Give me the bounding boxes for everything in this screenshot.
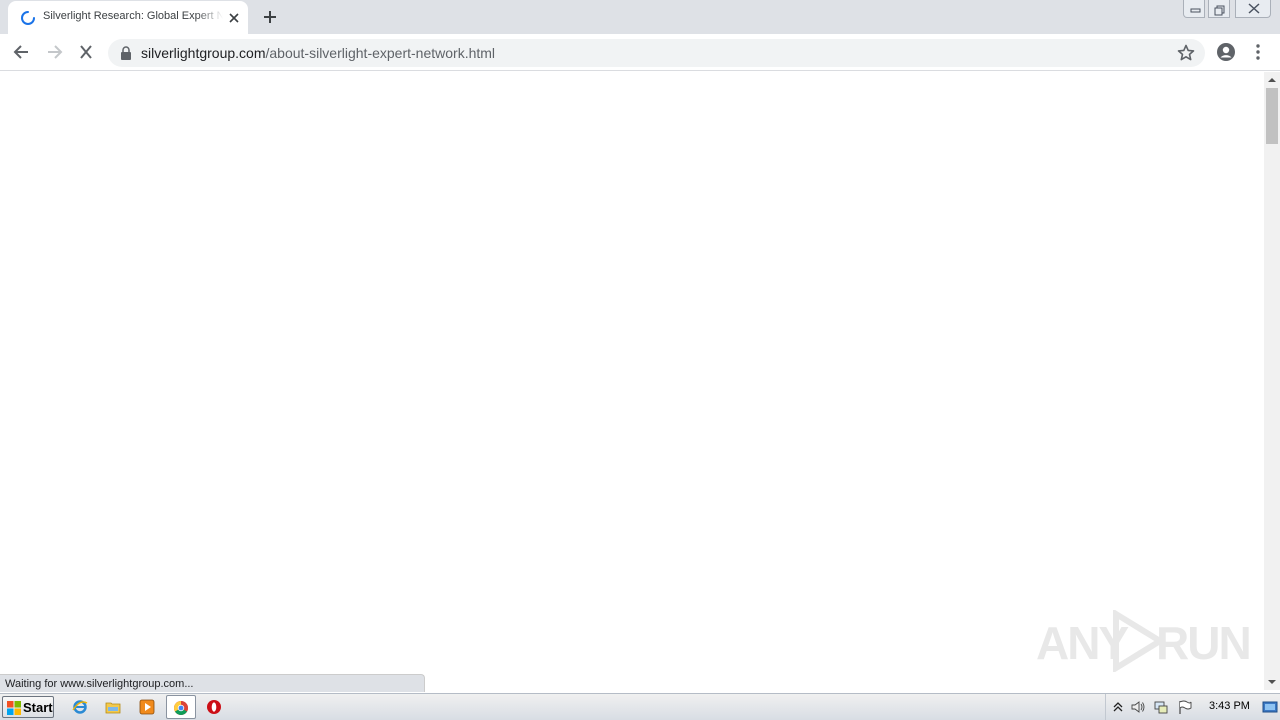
- tab-strip: Silverlight Research: Global Expert Netw…: [0, 0, 1280, 34]
- windows-taskbar: Start 3:43 PM: [0, 693, 1280, 720]
- folder-icon: [105, 702, 121, 714]
- action-center-flag-icon[interactable]: [1177, 699, 1193, 715]
- opera-icon[interactable]: [200, 695, 228, 719]
- lock-icon: [121, 46, 131, 60]
- restore-icon: [1214, 5, 1225, 16]
- url-path: /about-silverlight-expert-network.html: [265, 45, 496, 61]
- stop-loading-icon[interactable]: [76, 42, 96, 62]
- page-content[interactable]: [0, 72, 1264, 690]
- close-icon: [1248, 3, 1260, 14]
- scroll-up-arrow-icon[interactable]: [1264, 72, 1280, 88]
- watermark-text-right: RUN: [1156, 617, 1252, 669]
- browser-toolbar: silverlightgroup.com/about-silverlight-e…: [0, 34, 1280, 71]
- menu-kebab-icon[interactable]: [1248, 42, 1268, 62]
- media-play-icon: [139, 699, 155, 715]
- network-icon[interactable]: [1153, 699, 1169, 715]
- url-host: silverlightgroup.com: [141, 45, 266, 61]
- profile-avatar-icon[interactable]: [1216, 42, 1236, 62]
- chrome-icon[interactable]: [166, 695, 196, 719]
- taskbar-clock[interactable]: 3:43 PM: [1209, 700, 1250, 712]
- minimize-button[interactable]: [1183, 0, 1205, 18]
- system-tray: 3:43 PM: [1105, 694, 1280, 720]
- volume-speaker-icon[interactable]: [1130, 699, 1146, 715]
- start-label: Start: [23, 700, 53, 715]
- internet-explorer-icon[interactable]: [66, 695, 94, 719]
- restore-button[interactable]: [1208, 0, 1230, 18]
- start-button[interactable]: Start: [2, 696, 54, 718]
- windows-logo-icon: [7, 701, 21, 715]
- close-tab-icon[interactable]: [226, 10, 242, 26]
- loading-spinner-icon: [21, 11, 35, 25]
- file-explorer-icon[interactable]: [99, 695, 127, 719]
- forward-arrow-icon[interactable]: [44, 42, 64, 62]
- media-player-icon[interactable]: [133, 695, 161, 719]
- show-desktop-icon[interactable]: [1261, 698, 1279, 716]
- status-bubble: Waiting for www.silverlightgroup.com...: [0, 674, 425, 692]
- chrome-logo-icon: [174, 701, 188, 715]
- vertical-scrollbar[interactable]: [1264, 72, 1280, 690]
- bookmark-star-icon[interactable]: [1176, 43, 1196, 63]
- window-close-button[interactable]: [1235, 0, 1271, 18]
- scrollbar-thumb[interactable]: [1266, 88, 1278, 144]
- ie-logo-icon: [72, 700, 88, 714]
- browser-tab[interactable]: Silverlight Research: Global Expert Netw…: [8, 1, 248, 34]
- address-bar[interactable]: silverlightgroup.com/about-silverlight-e…: [108, 39, 1205, 67]
- back-arrow-icon[interactable]: [12, 42, 32, 62]
- new-tab-icon[interactable]: [260, 7, 280, 27]
- show-hidden-icons-chevron-icon[interactable]: [1110, 699, 1126, 715]
- url-text[interactable]: silverlightgroup.com/about-silverlight-e…: [141, 45, 495, 61]
- opera-logo-icon: [207, 700, 221, 714]
- scroll-down-arrow-icon[interactable]: [1264, 674, 1280, 690]
- minimize-icon: [1190, 8, 1201, 13]
- anyrun-watermark: ANY RUN: [1036, 608, 1252, 674]
- tab-title: Silverlight Research: Global Expert Netw…: [43, 10, 223, 22]
